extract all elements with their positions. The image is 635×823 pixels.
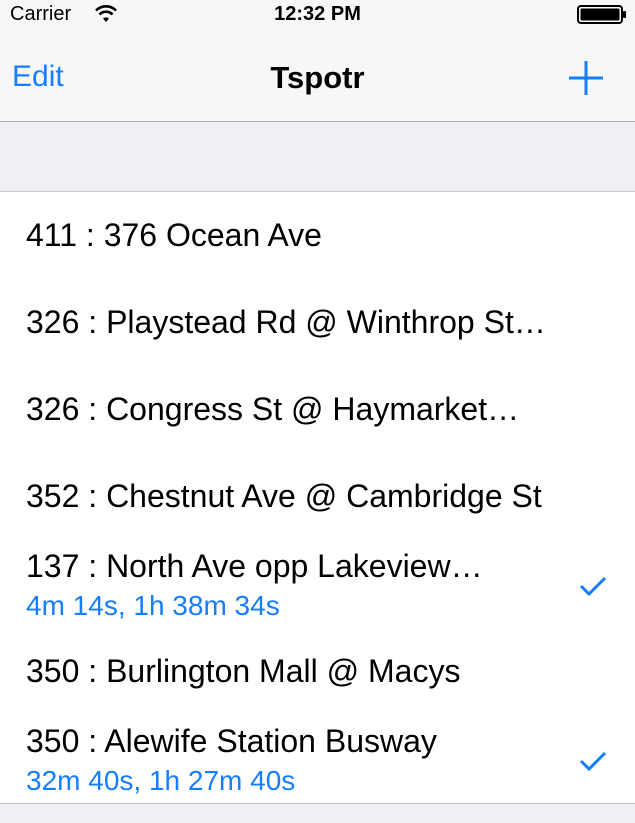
list-item[interactable]: 411 : 376 Ocean Ave (0, 192, 635, 280)
list-item[interactable]: 137 : North Ave opp Lakeview… 4m 14s, 1h … (0, 540, 635, 629)
stop-title: 350 : Alewife Station Busway (26, 723, 437, 759)
arrival-times: 4m 14s, 1h 38m 34s (26, 590, 280, 621)
arrival-times: 32m 40s, 1h 27m 40s (26, 765, 296, 796)
stop-title: 326 : Congress St @ Haymarket… (26, 391, 520, 427)
checkmark-icon (579, 751, 607, 772)
navigation-bar: Edit Tspotr (0, 32, 635, 122)
battery-icon (577, 5, 626, 24)
stop-title: 411 : 376 Ocean Ave (26, 217, 322, 253)
list-item[interactable]: 326 : Playstead Rd @ Winthrop St… (0, 279, 635, 367)
checkmark-icon (579, 576, 607, 597)
stop-title: 326 : Playstead Rd @ Winthrop St… (26, 304, 546, 340)
status-bar: Carrier 12:32 PM (0, 0, 635, 32)
list-item[interactable]: 350 : Burlington Mall @ Macys (0, 628, 635, 716)
stops-list: 411 : 376 Ocean Ave 326 : Playstead Rd @ … (0, 192, 635, 804)
list-item[interactable]: 352 : Chestnut Ave @ Cambridge St (0, 453, 635, 541)
section-header-spacer (0, 122, 635, 192)
list-item[interactable]: 326 : Congress St @ Haymarket… (0, 366, 635, 454)
plus-icon[interactable] (566, 58, 606, 98)
stop-title: 350 : Burlington Mall @ Macys (26, 653, 461, 689)
status-time: 12:32 PM (274, 3, 361, 25)
stop-title: 352 : Chestnut Ave @ Cambridge St (26, 478, 542, 514)
stop-title: 137 : North Ave opp Lakeview… (26, 548, 483, 584)
page-title: Tspotr (270, 60, 365, 95)
list-item[interactable]: 350 : Alewife Station Busway 32m 40s, 1h … (0, 715, 635, 803)
footer-spacer (0, 806, 635, 823)
